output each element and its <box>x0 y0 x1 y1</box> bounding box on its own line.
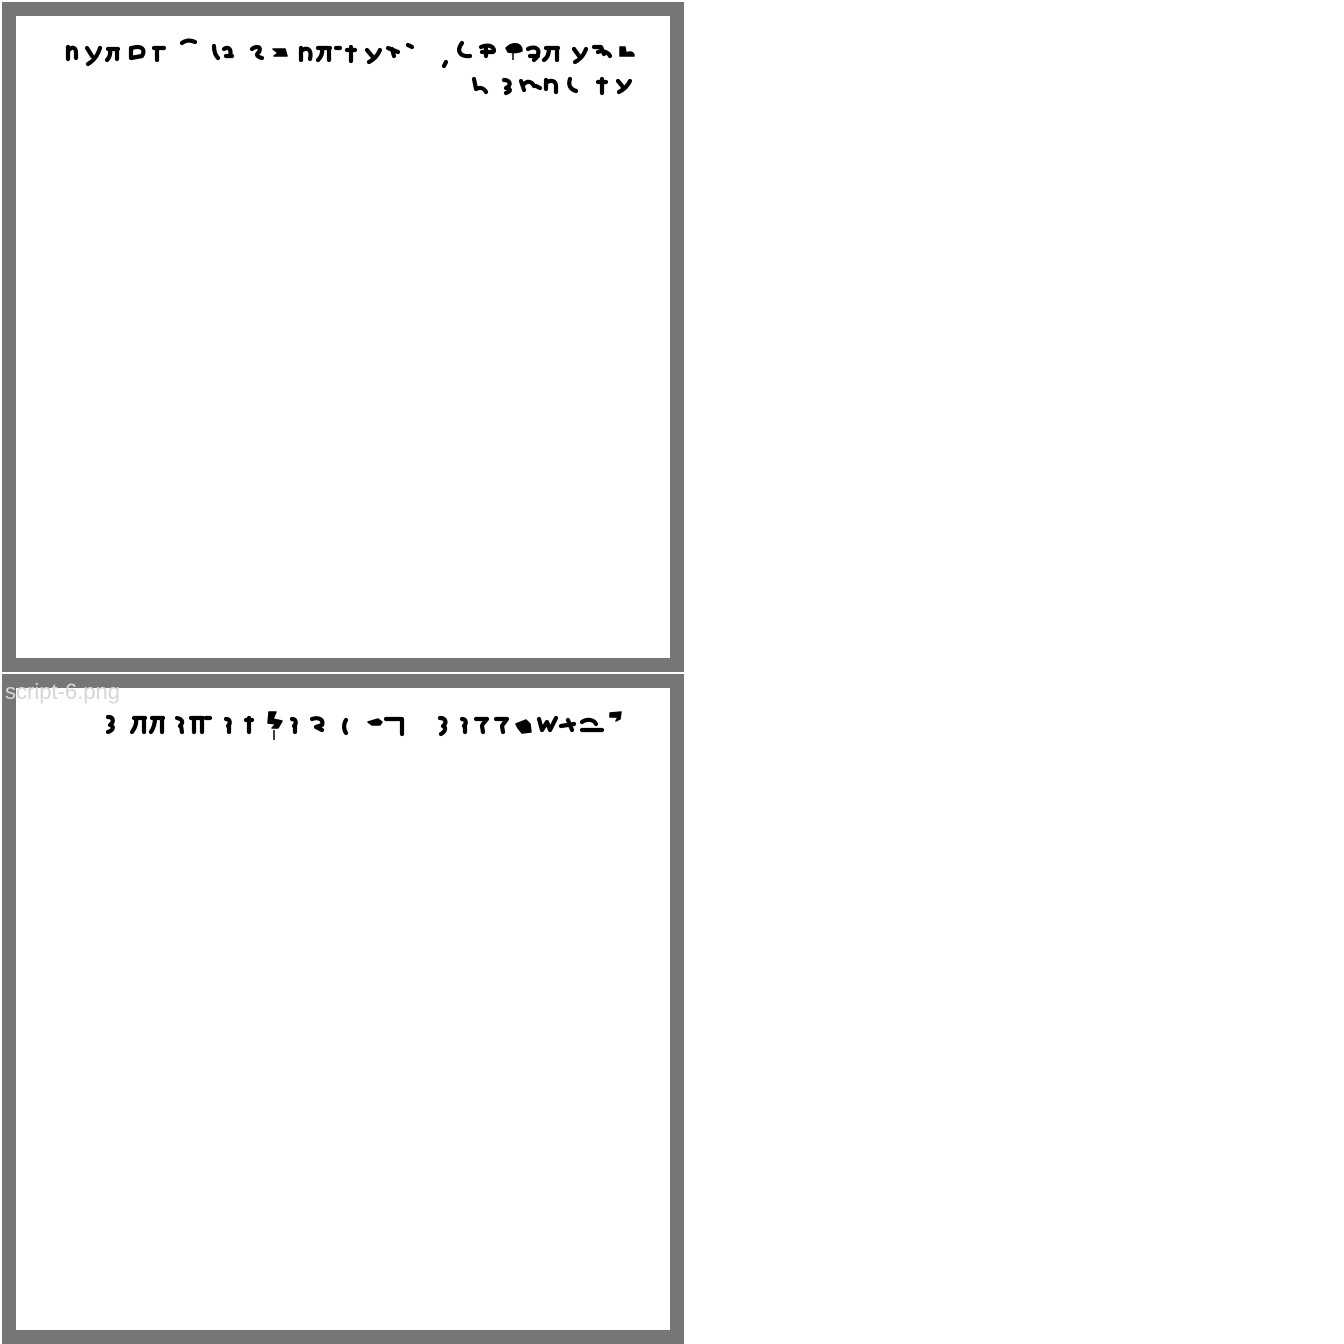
handwritten-script-image-2 <box>105 711 622 740</box>
script-line-1 <box>65 38 635 69</box>
script-line-1 <box>105 711 622 740</box>
handwritten-script-image-1 <box>65 38 635 96</box>
script-line-2 <box>471 76 633 96</box>
script-image-panel-1 <box>2 2 684 672</box>
image-filename-label: script-6.png <box>5 679 120 704</box>
script-image-panel-2 <box>2 674 684 1344</box>
